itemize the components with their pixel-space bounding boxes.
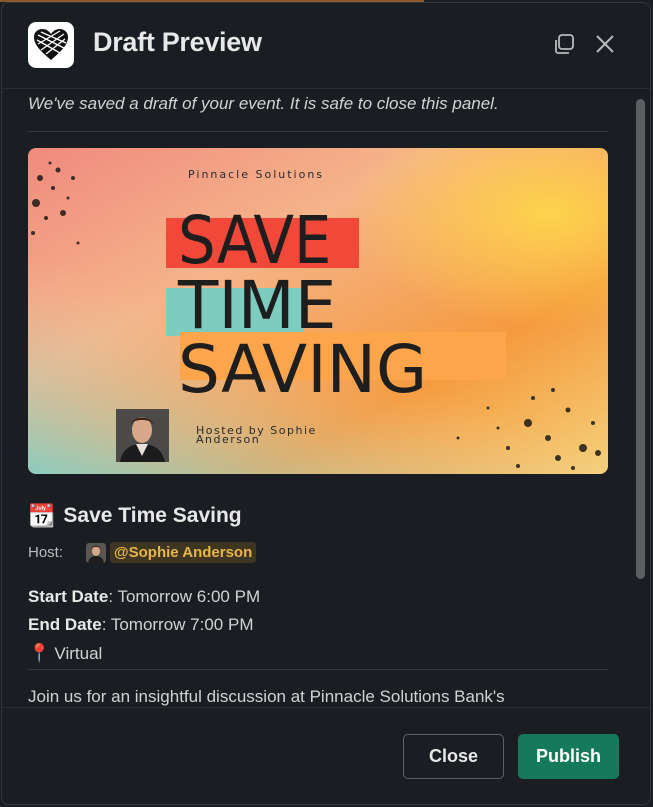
modal-title: Draft Preview — [93, 27, 262, 57]
calendar-icon: 📆 — [28, 503, 56, 528]
end-date-row: End Date: Tomorrow 7:00 PM — [28, 611, 260, 639]
event-details: Start Date: Tomorrow 6:00 PM End Date: T… — [28, 583, 260, 668]
start-date-value: : Tomorrow 6:00 PM — [108, 587, 261, 606]
start-date-label: Start Date — [28, 587, 109, 606]
banner-line-saving: SAVING — [178, 331, 427, 408]
copy-window-icon — [555, 34, 574, 54]
close-button[interactable]: Close — [403, 734, 504, 779]
location-value: Virtual — [54, 644, 103, 663]
content-scrollbar[interactable] — [636, 99, 645, 579]
heart-knot-logo-icon — [28, 22, 74, 68]
draft-preview-modal: Draft Preview We've saved a draft of you… — [1, 2, 651, 805]
divider — [28, 669, 608, 670]
modal-content[interactable]: We've saved a draft of your event. It is… — [2, 90, 636, 707]
publish-button[interactable]: Publish — [518, 734, 619, 779]
start-date-row: Start Date: Tomorrow 6:00 PM — [28, 583, 260, 611]
copy-window-button[interactable] — [551, 31, 577, 57]
divider — [28, 131, 608, 132]
draft-saved-notice: We've saved a draft of your event. It is… — [28, 94, 499, 113]
banner-hosted-by-line2: Anderson — [196, 433, 260, 446]
host-mention-link[interactable]: @Sophie Anderson — [110, 542, 257, 563]
host-label: Host: — [28, 544, 64, 561]
location-row: 📍 Virtual — [28, 639, 260, 668]
close-modal-button[interactable] — [592, 31, 618, 57]
location-pin-icon: 📍 — [28, 643, 51, 663]
event-title: 📆 Save Time Saving — [28, 504, 242, 528]
end-date-value: : Tomorrow 7:00 PM — [101, 615, 254, 634]
banner-company: Pinnacle Solutions — [188, 168, 324, 181]
event-banner-image: Pinnacle Solutions SAVE TIME SAVING Host… — [28, 148, 608, 474]
modal-header: Draft Preview — [2, 3, 650, 89]
end-date-label: End Date — [28, 615, 102, 634]
host-row: Host: @Sophie Anderson — [28, 542, 257, 563]
event-description: Join us for an insightful discussion at … — [28, 687, 505, 706]
close-icon — [596, 35, 614, 53]
modal-footer: Close Publish — [2, 707, 650, 804]
host-avatar — [86, 542, 106, 563]
host-photo — [116, 409, 169, 462]
event-title-text: Save Time Saving — [63, 504, 242, 527]
